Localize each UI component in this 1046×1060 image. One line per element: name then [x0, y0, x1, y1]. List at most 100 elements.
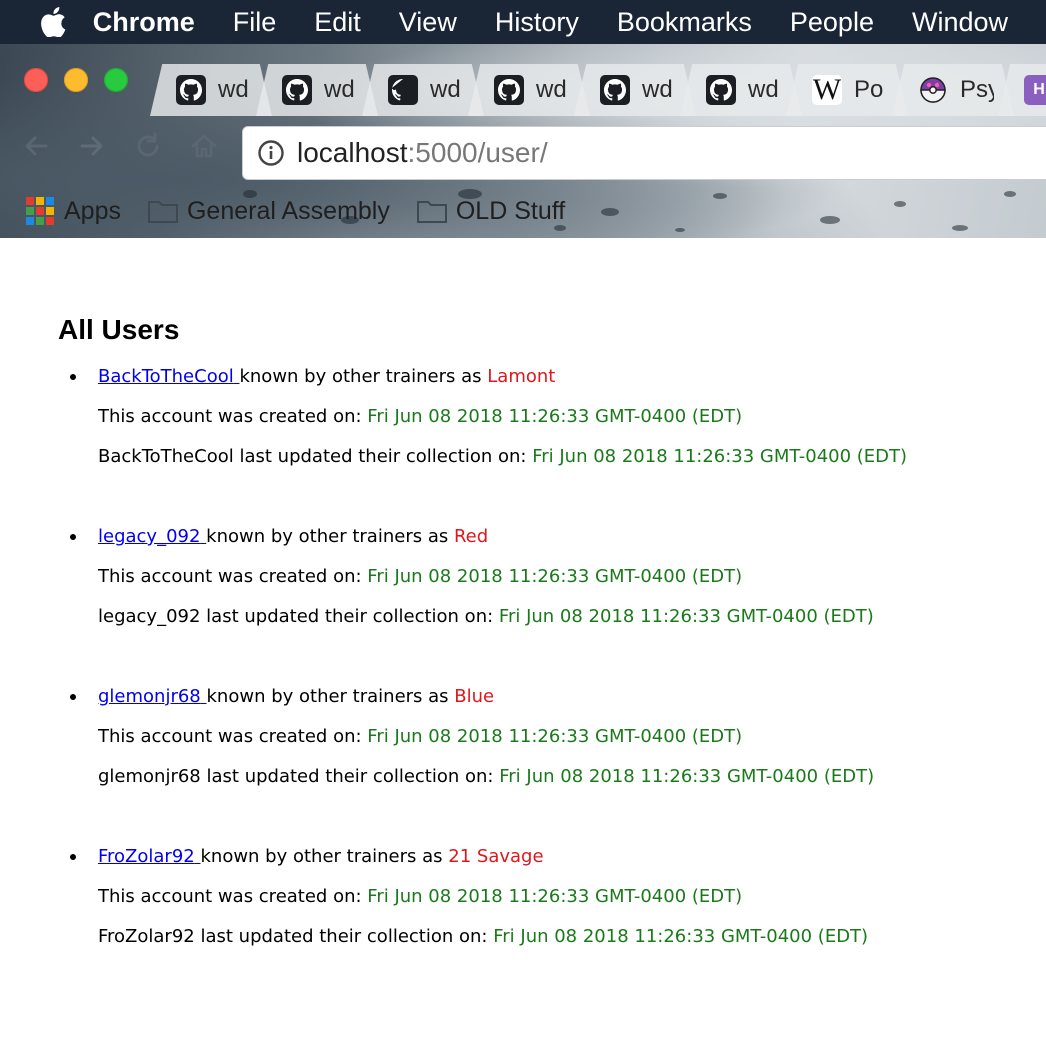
tab-title: wd	[324, 76, 355, 103]
window-minimize-button[interactable]	[64, 68, 88, 92]
menu-window[interactable]: Window	[912, 7, 1008, 38]
created-date: Fri Jun 08 2018 11:26:33 GMT-0400 (EDT)	[367, 886, 743, 907]
tab-title: Po	[854, 76, 884, 103]
github-icon	[176, 75, 206, 105]
tab-7[interactable]: W Po	[786, 64, 908, 116]
tab-5[interactable]: wd	[574, 64, 696, 116]
user-list-item: BackToTheCool known by other trainers as…	[58, 366, 1038, 526]
user-list-item: glemonjr68 known by other trainers as Bl…	[58, 686, 1038, 846]
menu-app-chrome[interactable]: Chrome	[93, 7, 195, 38]
info-icon[interactable]	[257, 139, 285, 167]
window-close-button[interactable]	[24, 68, 48, 92]
user-heading: legacy_092 known by other trainers as Re…	[98, 526, 488, 547]
bookmark-apps[interactable]: Apps	[0, 197, 121, 226]
updated-username: BackToTheCool	[98, 446, 234, 467]
user-link[interactable]: glemonjr68	[98, 686, 207, 707]
forward-arrow-icon	[80, 136, 103, 156]
trainer-nickname: Lamont	[487, 366, 556, 387]
back-button[interactable]	[16, 126, 56, 166]
github-icon	[600, 75, 630, 105]
known-as-text: known by other trainers as	[206, 686, 449, 707]
bookmarks-bar: Apps General Assembly OLD Stuff	[0, 184, 1046, 238]
created-label: This account was created on:	[98, 406, 362, 427]
updated-label: last updated their collection on:	[239, 446, 527, 467]
page-content: All Users BackToTheCool known by other t…	[0, 238, 1046, 1060]
updated-line: FroZolar92 last updated their collection…	[98, 926, 868, 947]
menu-history[interactable]: History	[495, 7, 579, 38]
tab-title: wd	[642, 76, 673, 103]
updated-label: last updated their collection on:	[206, 606, 494, 627]
apple-icon[interactable]	[40, 7, 67, 37]
user-link[interactable]: FroZolar92	[98, 846, 200, 867]
updated-date: Fri Jun 08 2018 11:26:33 GMT-0400 (EDT)	[532, 446, 908, 467]
bookmark-general-assembly[interactable]: General Assembly	[147, 197, 390, 226]
tab-strip: wd wd wd wd wd wd W Po Ps H	[150, 64, 1046, 116]
bullet-icon	[70, 854, 76, 860]
forward-button[interactable]	[72, 126, 112, 166]
tab-2[interactable]: wd	[256, 64, 378, 116]
tab-3[interactable]: wd	[362, 64, 484, 116]
user-list-item: FroZolar92 known by other trainers as 21…	[58, 846, 1038, 1006]
bullet-icon	[70, 374, 76, 380]
window-zoom-button[interactable]	[104, 68, 128, 92]
created-line: This account was created on: Fri Jun 08 …	[98, 406, 742, 427]
trainer-nickname: Red	[453, 526, 489, 547]
tab-6[interactable]: wd	[680, 64, 802, 116]
trainer-nickname: Blue	[454, 686, 495, 707]
created-date: Fri Jun 08 2018 11:26:33 GMT-0400 (EDT)	[367, 406, 743, 427]
github-icon	[388, 75, 418, 105]
menu-view[interactable]: View	[399, 7, 457, 38]
updated-date: Fri Jun 08 2018 11:26:33 GMT-0400 (EDT)	[498, 606, 874, 627]
known-as-text: known by other trainers as	[206, 526, 449, 547]
tab-1[interactable]: wd	[150, 64, 272, 116]
reload-button[interactable]	[128, 126, 168, 166]
github-icon	[706, 75, 736, 105]
created-label: This account was created on:	[98, 726, 362, 747]
bookmark-old-stuff[interactable]: OLD Stuff	[416, 197, 565, 226]
created-date: Fri Jun 08 2018 11:26:33 GMT-0400 (EDT)	[367, 726, 743, 747]
bullet-icon	[70, 694, 76, 700]
heroku-icon: H	[1024, 75, 1046, 105]
user-heading: FroZolar92 known by other trainers as 21…	[98, 846, 544, 867]
tab-title: wd	[748, 76, 779, 103]
folder-icon	[147, 201, 178, 223]
apps-grid-icon	[26, 197, 54, 225]
created-date: Fri Jun 08 2018 11:26:33 GMT-0400 (EDT)	[367, 566, 743, 587]
macos-menubar: Chrome File Edit View History Bookmarks …	[0, 0, 1046, 44]
url-host: localhost	[297, 137, 408, 168]
menu-file[interactable]: File	[233, 7, 277, 38]
home-button[interactable]	[184, 126, 224, 166]
address-bar[interactable]: localhost:5000/user/	[242, 126, 1046, 180]
bullet-icon	[70, 534, 76, 540]
updated-label: last updated their collection on:	[200, 926, 488, 947]
url-path: :5000/user/	[407, 137, 548, 168]
reload-icon	[137, 132, 159, 157]
user-link[interactable]: BackToTheCool	[98, 366, 239, 387]
updated-username: glemonjr68	[98, 766, 201, 787]
tab-title: wd	[430, 76, 461, 103]
github-icon	[282, 75, 312, 105]
browser-toolbar: localhost:5000/user/	[0, 116, 1046, 182]
menu-people[interactable]: People	[790, 7, 874, 38]
home-icon	[191, 134, 217, 158]
tab-8[interactable]: Psy	[892, 64, 1014, 116]
folder-icon	[416, 201, 447, 223]
updated-line: BackToTheCool last updated their collect…	[98, 446, 907, 467]
created-line: This account was created on: Fri Jun 08 …	[98, 566, 742, 587]
tab-4[interactable]: wd	[468, 64, 590, 116]
browser-frame: wd wd wd wd wd wd W Po Ps H localhost:50…	[0, 44, 1046, 238]
updated-date: Fri Jun 08 2018 11:26:33 GMT-0400 (EDT)	[499, 766, 875, 787]
user-link[interactable]: legacy_092	[98, 526, 206, 547]
updated-line: glemonjr68 last updated their collection…	[98, 766, 874, 787]
known-as-text: known by other trainers as	[239, 366, 482, 387]
back-arrow-icon	[25, 136, 48, 156]
tab-9[interactable]: H	[998, 64, 1046, 116]
menu-bookmarks[interactable]: Bookmarks	[617, 7, 752, 38]
pokeball-icon	[918, 75, 948, 105]
created-label: This account was created on:	[98, 886, 362, 907]
menu-edit[interactable]: Edit	[314, 7, 361, 38]
known-as-text: known by other trainers as	[200, 846, 443, 867]
bookmark-label: Apps	[64, 196, 121, 225]
wikipedia-icon: W	[812, 73, 842, 106]
page-title: All Users	[58, 314, 180, 345]
